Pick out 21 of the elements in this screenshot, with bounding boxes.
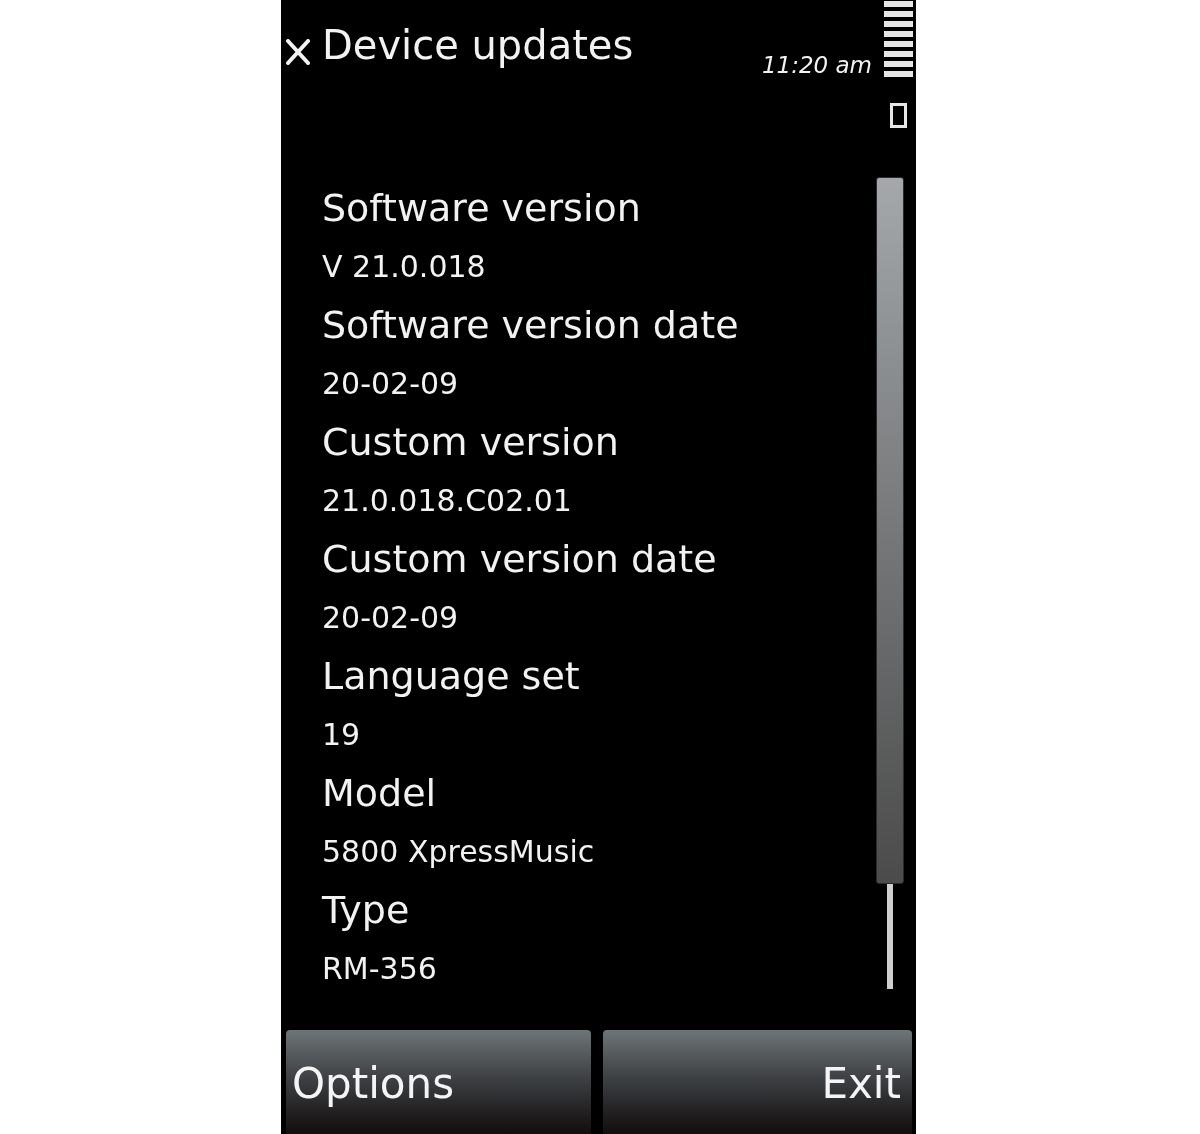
signal-strength-icon xyxy=(884,0,913,78)
clock-time: 11:20 am xyxy=(761,51,872,80)
detail-value: 21.0.018.C02.01 xyxy=(322,482,572,521)
battery-icon xyxy=(890,103,907,128)
detail-label: Language set xyxy=(322,653,580,701)
detail-value: RM-356 xyxy=(322,950,437,989)
close-icon[interactable] xyxy=(286,39,310,65)
softkey-button[interactable]: Options xyxy=(286,1030,591,1134)
detail-label: Custom version date xyxy=(322,536,717,584)
detail-value: 20-02-09 xyxy=(322,365,459,404)
detail-label: Custom version xyxy=(322,419,619,467)
detail-value: V 21.0.018 xyxy=(322,248,486,287)
window-title: Device updates xyxy=(322,21,634,70)
detail-label: Type xyxy=(322,887,410,935)
detail-label: Model xyxy=(322,770,437,818)
detail-value: 20-02-09 xyxy=(322,599,459,638)
detail-value: 5800 XpressMusic xyxy=(322,833,595,872)
detail-label: Software version xyxy=(322,185,641,233)
detail-label: Software version date xyxy=(322,302,739,350)
detail-value: 19 xyxy=(322,716,361,755)
softkey-button[interactable]: Exit xyxy=(602,1030,912,1134)
